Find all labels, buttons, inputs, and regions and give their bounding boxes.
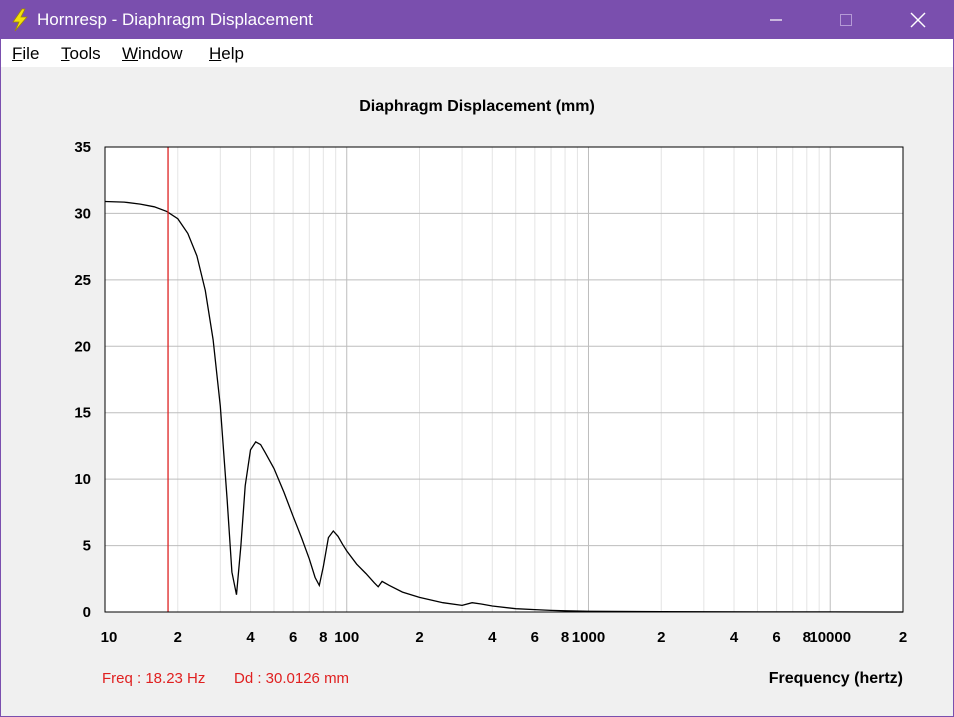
frequency-readout: Freq : 18.23 Hz [102,670,206,687]
x-tick-label: 6 [531,629,539,646]
x-tick-label: 100 [334,629,359,646]
displacement-chart[interactable]: 0510152025303510 2 4 6 8 100 2 4 6 8 1000 2 4 6 810000… [1,1,953,716]
x-tick-label: 2 [657,629,665,646]
x-tick-label: 6 [289,629,297,646]
x-tick-label: 8 [561,629,569,646]
x-tick-label: 10000 [809,629,851,646]
x-tick-label: 4 [730,629,739,646]
y-tick-label: 35 [74,139,91,156]
displacement-readout: Dd : 30.0126 mm [234,670,350,687]
x-tick-label: 2 [415,629,423,646]
plot-background [105,147,903,612]
x-tick-label: 8 [319,629,327,646]
x-axis-label: Frequency (hertz) [768,670,903,687]
y-tick-label: 5 [83,538,91,555]
app-window: Hornresp - Diaphragm Displacement File T… [0,0,954,717]
y-tick-label: 20 [74,338,91,355]
x-tick-label: 2 [174,629,182,646]
x-tick-label: 4 [488,629,497,646]
y-tick-label: 10 [74,471,91,488]
y-tick-label: 15 [74,405,91,422]
x-tick-label: 6 [772,629,780,646]
x-tick-label: 2 [899,629,907,646]
x-tick-label: 10 [101,629,118,646]
x-tick-label: 4 [246,629,255,646]
y-tick-label: 30 [74,205,91,222]
y-tick-label: 0 [83,604,91,621]
y-tick-label: 25 [74,272,91,289]
x-tick-label: 1000 [572,629,605,646]
